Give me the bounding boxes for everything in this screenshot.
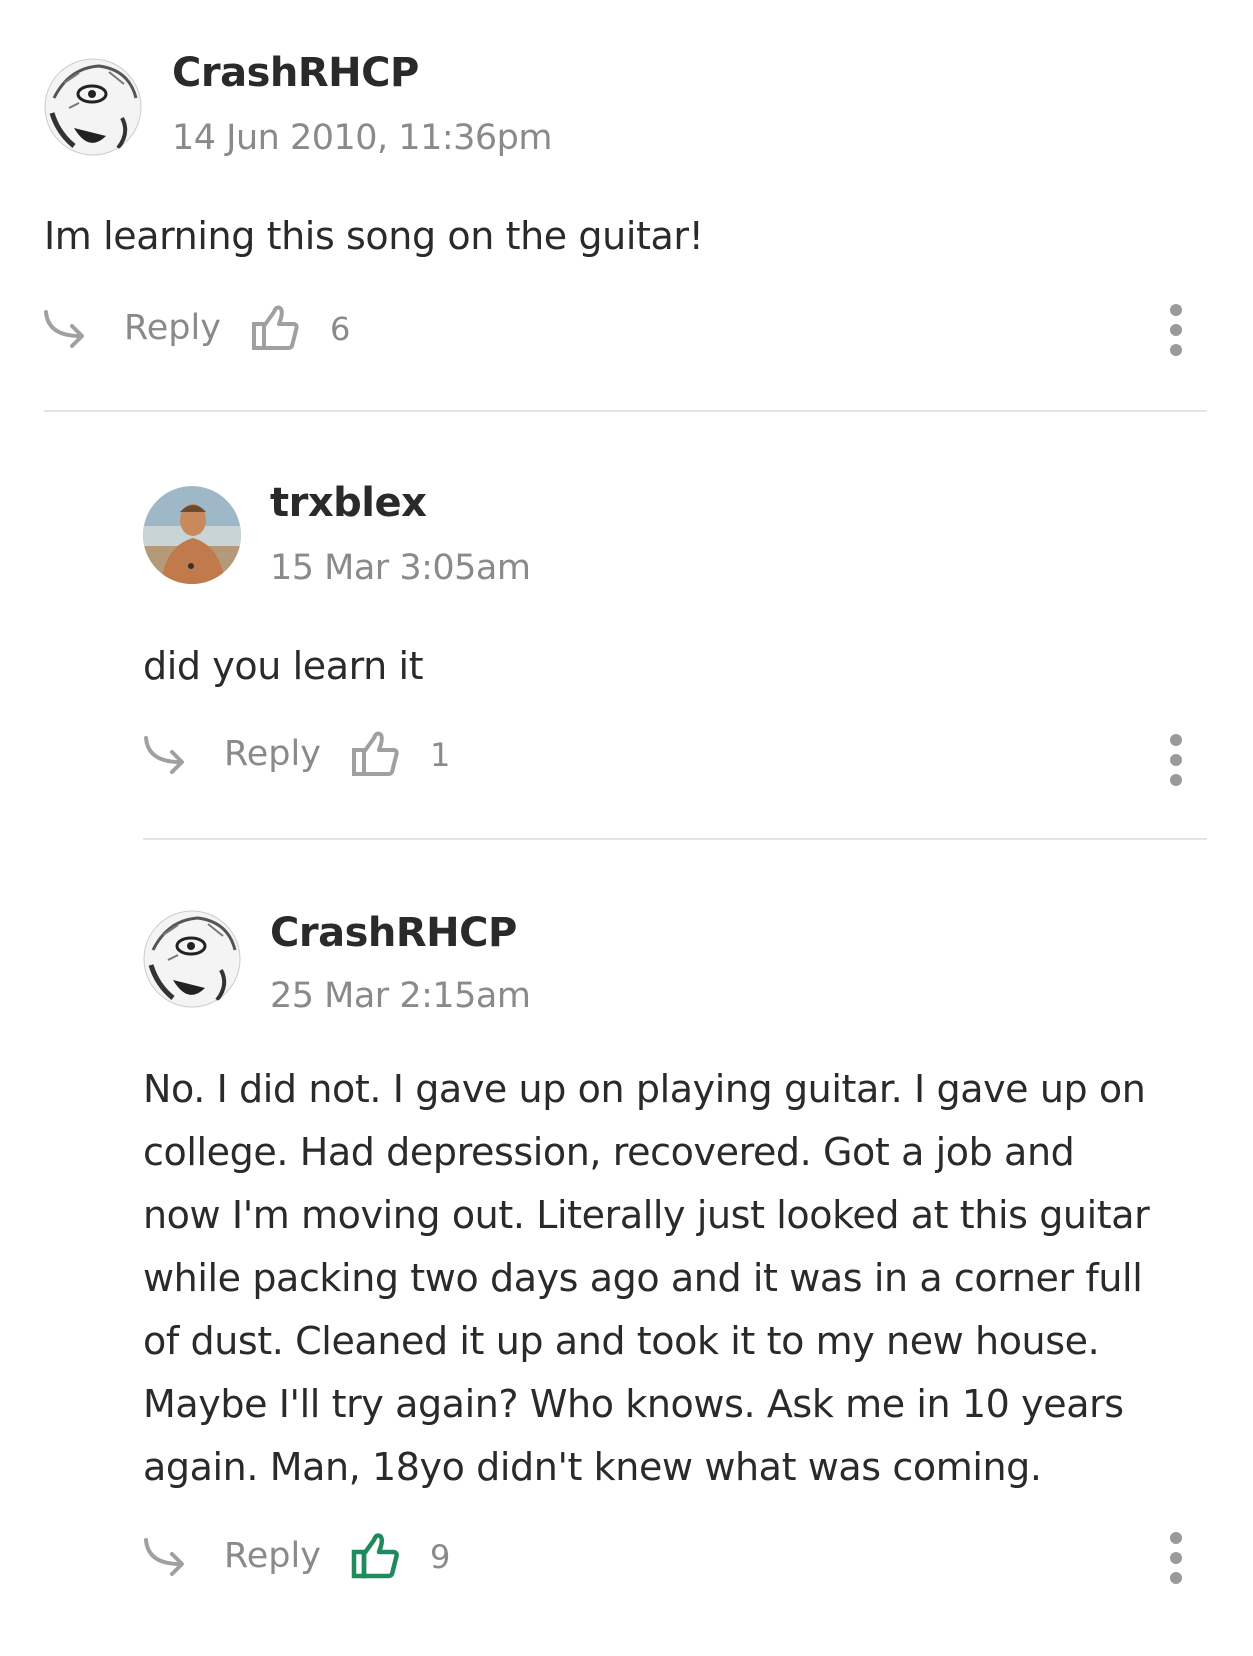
comment-text: Im learning this song on the guitar! xyxy=(44,214,704,258)
like-count: 1 xyxy=(430,736,451,774)
comment-text-line: now I'm moving out. Literally just looke… xyxy=(143,1193,1150,1237)
divider xyxy=(44,410,1207,412)
reply-arrow-icon[interactable] xyxy=(40,306,96,354)
comment-text-line: of dust. Cleaned it up and took it to my… xyxy=(143,1319,1100,1363)
username[interactable]: trxblex xyxy=(270,480,427,526)
comment-text: did you learn it xyxy=(143,644,424,688)
more-options-icon[interactable] xyxy=(1166,730,1186,790)
divider xyxy=(143,838,1207,840)
comment-text-line: college. Had depression, recovered. Got … xyxy=(143,1130,1075,1174)
reply-arrow-icon[interactable] xyxy=(140,732,196,780)
thumbs-up-icon[interactable] xyxy=(250,302,302,354)
username[interactable]: CrashRHCP xyxy=(270,910,517,956)
thumbs-up-icon-liked[interactable] xyxy=(350,1530,402,1582)
timestamp: 15 Mar 3:05am xyxy=(270,548,531,588)
avatar[interactable] xyxy=(143,910,241,1008)
comment-text-line: again. Man, 18yo didn't knew what was co… xyxy=(143,1445,1042,1489)
comment-text-line: No. I did not. I gave up on playing guit… xyxy=(143,1067,1146,1111)
more-options-icon[interactable] xyxy=(1166,300,1186,360)
username[interactable]: CrashRHCP xyxy=(172,50,419,96)
reply-arrow-icon[interactable] xyxy=(140,1534,196,1582)
reply-button[interactable]: Reply xyxy=(224,1536,321,1576)
timestamp: 14 Jun 2010, 11:36pm xyxy=(172,118,552,158)
comment-text-line: Maybe I'll try again? Who knows. Ask me … xyxy=(143,1382,1124,1426)
avatar[interactable] xyxy=(44,58,142,156)
thumbs-up-icon[interactable] xyxy=(350,728,402,780)
comment-text-line: while packing two days ago and it was in… xyxy=(143,1256,1143,1300)
like-count: 9 xyxy=(430,1538,451,1576)
avatar[interactable] xyxy=(143,486,241,584)
more-options-icon[interactable] xyxy=(1166,1528,1186,1588)
comment-text: No. I did not. I gave up on playing guit… xyxy=(143,1058,1223,1499)
reply-button[interactable]: Reply xyxy=(224,734,321,774)
timestamp: 25 Mar 2:15am xyxy=(270,976,531,1016)
like-count: 6 xyxy=(330,310,351,348)
reply-button[interactable]: Reply xyxy=(124,308,221,348)
